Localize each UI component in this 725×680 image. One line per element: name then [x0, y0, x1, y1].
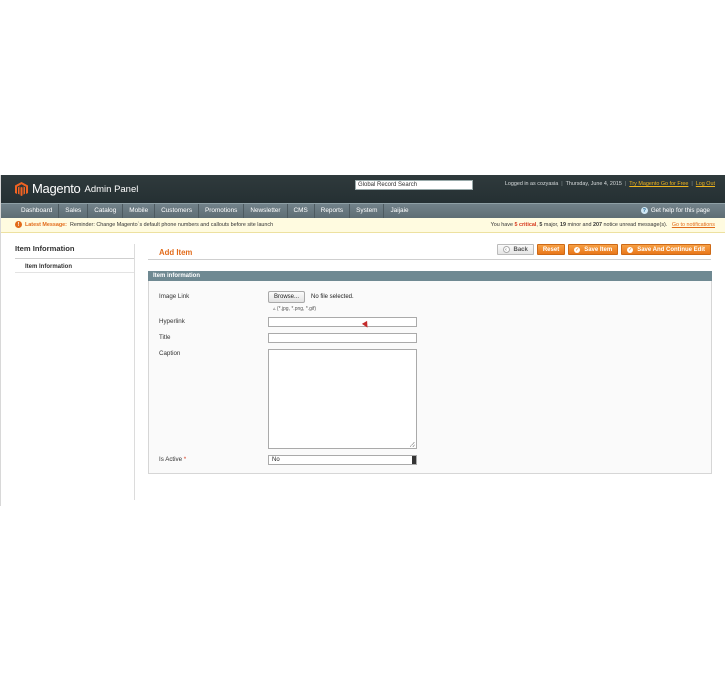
major-label: major,	[543, 222, 559, 228]
logo-subtitle: Admin Panel	[84, 184, 139, 195]
notifications-link[interactable]: Go to notifications	[672, 222, 715, 228]
is-active-select[interactable]: No	[268, 455, 417, 465]
page-title: Add Item	[159, 248, 193, 257]
counts-prefix: You have	[490, 222, 513, 228]
action-buttons: ‹ Back Reset ✓ Save Item ✓ Save And Cont…	[496, 244, 711, 255]
notice-message: Reminder: Change Magento`s default phone…	[69, 221, 274, 228]
back-arrow-icon: ‹	[502, 246, 510, 253]
image-link-label: Image Link	[159, 293, 190, 300]
browse-button[interactable]: Browse...	[268, 291, 306, 303]
date-text: Thursday, June 4, 2015	[565, 181, 622, 187]
save-continue-button[interactable]: ✓ Save And Continue Edit	[621, 244, 711, 255]
title-label: Title	[159, 334, 171, 341]
nav-item-customers[interactable]: Customers	[155, 204, 200, 219]
admin-window: Magento Admin Panel Global Record Search…	[0, 175, 725, 506]
file-types-note: ▵ (*.jpg, *.png, *.gif)	[273, 306, 317, 312]
nav-item-sales[interactable]: Sales	[59, 204, 89, 219]
hyperlink-label: Hyperlink	[159, 318, 185, 325]
is-active-text: Is Active	[159, 456, 183, 463]
caption-textarea[interactable]	[268, 349, 417, 449]
warning-icon: !	[15, 221, 22, 228]
dropdown-arrow-icon	[412, 456, 416, 464]
message-counts: You have 5 critical, 5 major, 19 minor a…	[490, 222, 715, 228]
nav-items: Dashboard Sales Catalog Mobile Customers Prom…	[15, 204, 415, 219]
title-input[interactable]	[268, 333, 417, 343]
tab-item-information[interactable]: Item Information	[15, 262, 134, 273]
required-marker: *	[183, 456, 187, 463]
sidebar-title: Item Information	[15, 244, 134, 259]
save-button[interactable]: ✓ Save Item	[568, 244, 619, 255]
global-search-input[interactable]: Global Record Search	[355, 180, 473, 190]
latest-message: ! Latest Message: Reminder: Change Magen…	[15, 221, 273, 228]
header: Magento Admin Panel Global Record Search…	[1, 175, 725, 203]
nav-item-mobile[interactable]: Mobile	[123, 204, 156, 219]
is-active-value: No	[272, 457, 280, 463]
help-label: Get help for this page	[650, 207, 710, 214]
magento-logo-icon	[15, 181, 28, 196]
minor-count: 19	[560, 222, 567, 228]
logout-link[interactable]: Log Out	[696, 181, 715, 187]
save-label: Save Item	[584, 246, 613, 253]
reset-label: Reset	[542, 246, 560, 253]
header-links: Logged in as cozyasia | Thursday, June 4, …	[504, 181, 715, 187]
try-magento-link[interactable]: Try Magento Go for Free	[629, 181, 688, 187]
check-icon: ✓	[574, 246, 581, 253]
reset-button[interactable]: Reset	[536, 244, 566, 255]
nav-item-newsletter[interactable]: Newsletter	[244, 204, 288, 219]
minor-label: minor and	[567, 222, 592, 228]
nav-item-reports[interactable]: Reports	[315, 204, 351, 219]
notice-bar: ! Latest Message: Reminder: Change Magen…	[1, 218, 725, 233]
file-types-text: (*.jpg, *.png, *.gif)	[276, 306, 317, 312]
logo-text: Magento	[32, 181, 81, 196]
critical-count: 5 critical	[514, 222, 537, 228]
nav-item-catalog[interactable]: Catalog	[88, 204, 124, 219]
section-header: Item information	[148, 271, 712, 281]
nav-item-jaijaie[interactable]: Jaijaie	[384, 204, 414, 219]
notice-label: notice unread message(s).	[603, 222, 668, 228]
help-link[interactable]: ? Get help for this page	[640, 207, 710, 214]
divider	[148, 259, 711, 260]
caption-label: Caption	[159, 350, 181, 357]
nav-item-system[interactable]: System	[350, 204, 385, 219]
check-icon: ✓	[627, 246, 634, 253]
save-continue-label: Save And Continue Edit	[637, 246, 705, 253]
main-nav: Dashboard Sales Catalog Mobile Customers Prom…	[1, 203, 725, 219]
logo[interactable]: Magento Admin Panel	[15, 181, 138, 196]
notice-count: 207	[593, 222, 603, 228]
item-form: Image Link Browse... No file selected. ▵…	[148, 281, 712, 474]
back-button[interactable]: ‹ Back	[496, 244, 534, 255]
logged-in-text: Logged in as cozyasia	[504, 181, 559, 187]
is-active-label: Is Active *	[159, 456, 186, 463]
nav-item-cms[interactable]: CMS	[288, 204, 315, 219]
nav-item-dashboard[interactable]: Dashboard	[15, 204, 60, 219]
hyperlink-input[interactable]	[268, 317, 417, 327]
major-count: 5	[539, 222, 543, 228]
back-label: Back	[513, 246, 528, 253]
help-icon: ?	[640, 207, 648, 214]
notice-title: Latest Message:	[25, 221, 67, 228]
nav-item-promotions[interactable]: Promotions	[199, 204, 245, 219]
sidebar: Item Information Item Information	[15, 244, 135, 500]
resize-grip-icon[interactable]	[410, 442, 415, 447]
file-status: No file selected.	[311, 294, 354, 300]
